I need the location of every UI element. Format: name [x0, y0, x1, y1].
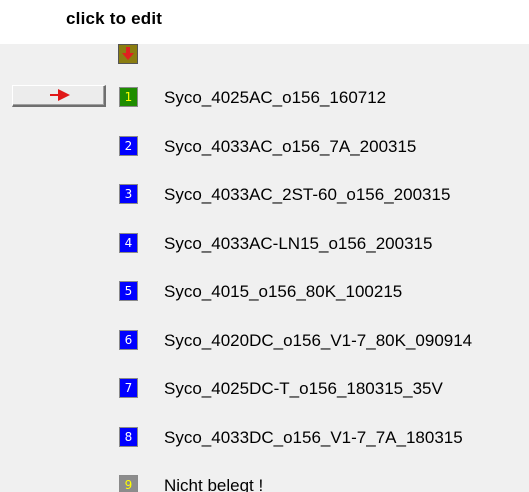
profile-slot-badge: 6: [119, 330, 138, 350]
download-arrow-icon: [118, 44, 138, 64]
profile-row[interactable]: 5 Syco_4015_o156_80K_100215: [0, 276, 529, 306]
profile-slot-badge: 1: [119, 87, 138, 107]
profile-name: Syco_4020DC_o156_V1-7_80K_090914: [164, 331, 473, 350]
profile-selector-panel: click to edit 1 Syco_4025AC_o156_160712 2 S…: [0, 0, 529, 492]
profile-name: Syco_4033DC_o156_V1-7_7A_180315: [164, 428, 463, 447]
header-title: click to edit: [66, 9, 163, 28]
header-bar: click to edit: [0, 0, 529, 44]
profile-slot-badge: 3: [119, 184, 138, 204]
profile-slot-badge: 7: [119, 378, 138, 398]
profile-row[interactable]: 7 Syco_4025DC-T_o156_180315_35V: [0, 373, 529, 403]
profile-slot-badge: 8: [119, 427, 138, 447]
profile-row[interactable]: 9 Nicht belegt !: [0, 470, 529, 492]
profile-slot-badge: 4: [119, 233, 138, 253]
profile-slot-badge: 9: [119, 475, 138, 492]
profile-slot-badge: 2: [119, 136, 138, 156]
profile-name: Syco_4015_o156_80K_100215: [164, 282, 403, 301]
profile-row[interactable]: 3 Syco_4033AC_2ST-60_o156_200315: [0, 179, 529, 209]
profile-name: Syco_4025AC_o156_160712: [164, 88, 387, 107]
profile-row[interactable]: 4 Syco_4033AC-LN15_o156_200315: [0, 228, 529, 258]
profile-name: Syco_4033AC_o156_7A_200315: [164, 137, 417, 156]
profile-slot-badge: 5: [119, 281, 138, 301]
profile-name: Nicht belegt !: [164, 476, 264, 492]
profile-row[interactable]: 2 Syco_4033AC_o156_7A_200315: [0, 131, 529, 161]
profile-name: Syco_4025DC-T_o156_180315_35V: [164, 379, 443, 398]
profile-row[interactable]: 6 Syco_4020DC_o156_V1-7_80K_090914: [0, 325, 529, 355]
profile-name: Syco_4033AC_2ST-60_o156_200315: [164, 185, 451, 204]
profile-name: Syco_4033AC-LN15_o156_200315: [164, 234, 433, 253]
profile-row[interactable]: 8 Syco_4033DC_o156_V1-7_7A_180315: [0, 422, 529, 452]
profile-row[interactable]: 1 Syco_4025AC_o156_160712: [0, 82, 529, 112]
